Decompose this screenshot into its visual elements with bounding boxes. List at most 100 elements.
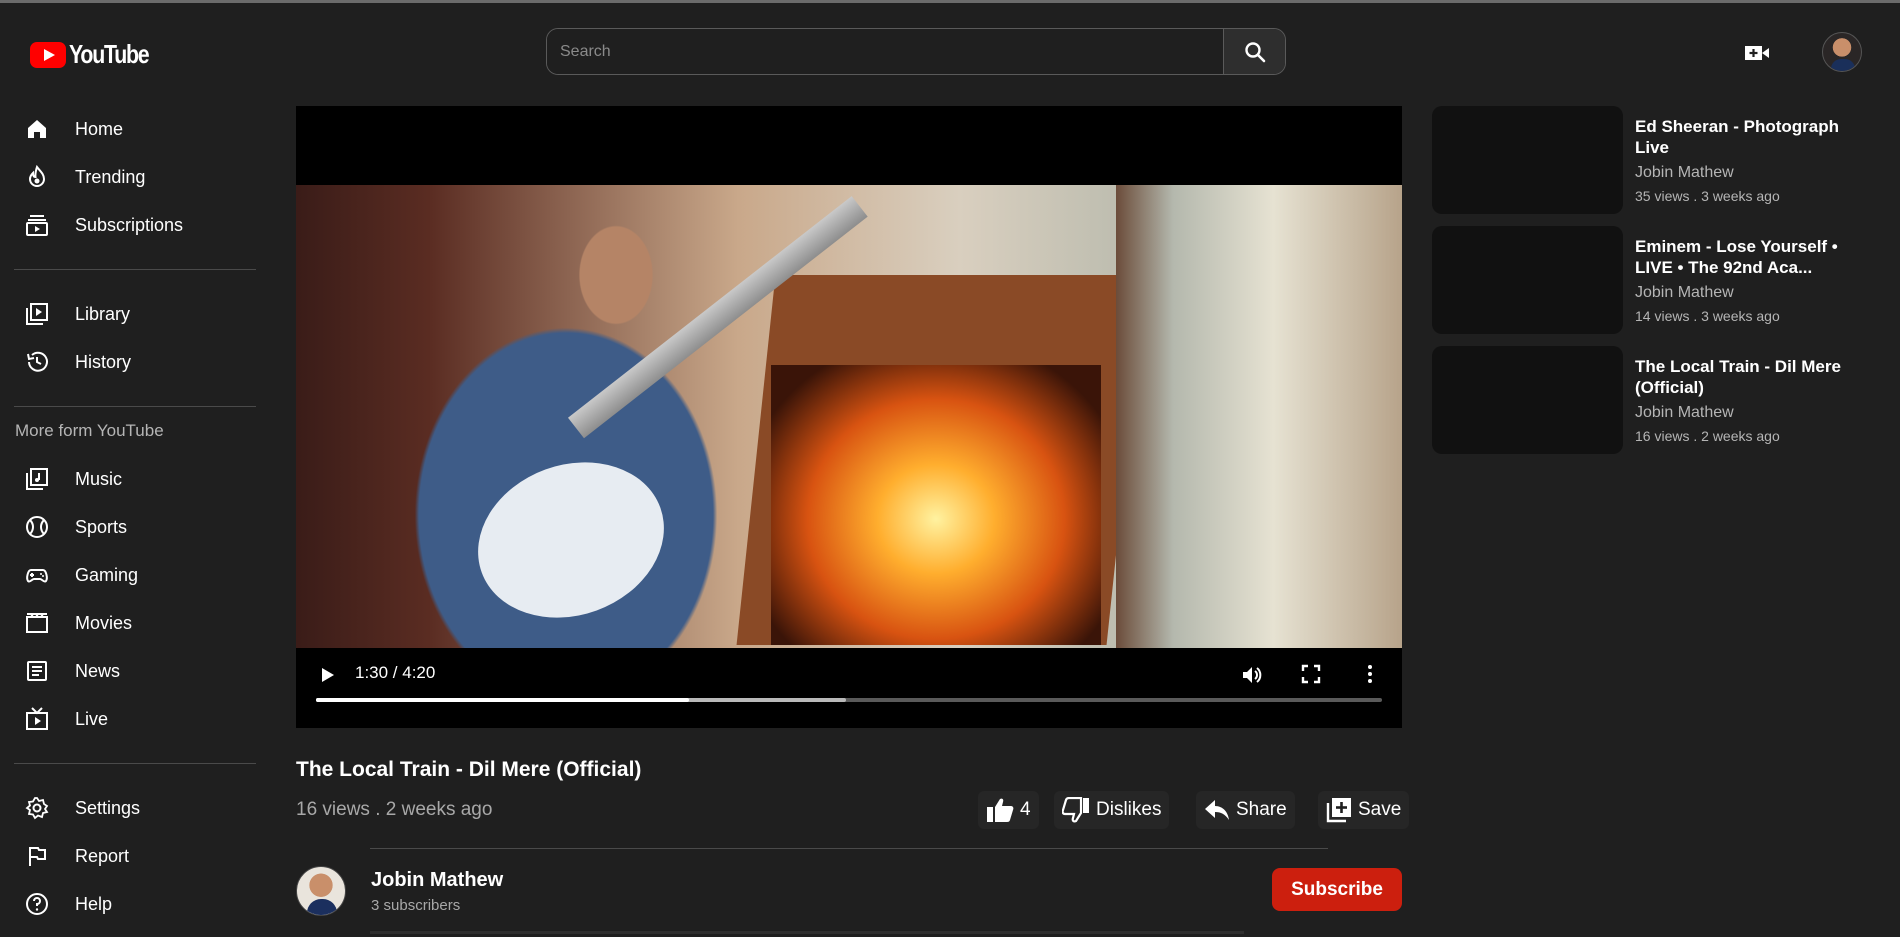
- search-button[interactable]: [1223, 29, 1285, 74]
- thumbs-down-icon: [1062, 797, 1089, 823]
- sidebar-item-news[interactable]: News: [0, 647, 260, 695]
- recommendation-item[interactable]: The Local Train - Dil Mere (Official) Jo…: [1432, 346, 1872, 456]
- recommendation-item[interactable]: Eminem - Lose Yourself • LIVE • The 92nd…: [1432, 226, 1872, 336]
- sidebar-item-settings[interactable]: Settings: [0, 784, 260, 832]
- video-frame: [296, 185, 1402, 648]
- search-icon: [1244, 41, 1265, 62]
- live-icon: [24, 706, 50, 732]
- sidebar-item-help[interactable]: Help: [0, 880, 260, 928]
- sidebar-item-report[interactable]: Report: [0, 832, 260, 880]
- sidebar-item-gaming[interactable]: Gaming: [0, 551, 260, 599]
- video-player[interactable]: 1:30 / 4:20: [296, 106, 1402, 728]
- subscribe-button[interactable]: Subscribe: [1272, 868, 1402, 911]
- recommendation-title[interactable]: The Local Train - Dil Mere (Official): [1635, 356, 1865, 398]
- recommendation-meta: 16 views . 2 weeks ago: [1635, 428, 1780, 444]
- recommendation-title[interactable]: Eminem - Lose Yourself • LIVE • The 92nd…: [1635, 236, 1865, 278]
- sidebar-item-movies[interactable]: Movies: [0, 599, 260, 647]
- volume-icon: [1243, 667, 1262, 683]
- search-bar: [546, 28, 1286, 75]
- channel-name[interactable]: Jobin Mathew: [371, 869, 503, 892]
- sidebar-item-sports[interactable]: Sports: [0, 503, 260, 551]
- like-count: 4: [1020, 799, 1031, 820]
- recommendation-channel[interactable]: Jobin Mathew: [1635, 284, 1734, 302]
- recommendation-channel[interactable]: Jobin Mathew: [1635, 404, 1734, 422]
- youtube-logo-icon: [30, 41, 66, 68]
- sidebar-divider: [14, 269, 256, 270]
- help-icon: [24, 891, 50, 917]
- sidebar: Home Trending Subscriptions Library Hist…: [0, 105, 260, 928]
- share-icon: [1205, 800, 1229, 820]
- channel-avatar[interactable]: [296, 866, 346, 916]
- sidebar-divider: [14, 406, 256, 407]
- progress-bar[interactable]: [316, 698, 1382, 702]
- playlist-add-icon: [1326, 798, 1351, 823]
- subscriber-count: 3 subscribers: [371, 897, 461, 914]
- sidebar-item-label: Help: [75, 893, 113, 914]
- save-label: Save: [1358, 799, 1402, 820]
- sidebar-item-home[interactable]: Home: [0, 105, 260, 153]
- sidebar-item-label: History: [75, 351, 132, 372]
- sidebar-item-music[interactable]: Music: [0, 455, 260, 503]
- sidebar-item-label: Gaming: [75, 564, 139, 585]
- movies-icon: [24, 610, 50, 636]
- recommendation-item[interactable]: Ed Sheeran - Photograph Live Jobin Mathe…: [1432, 106, 1872, 216]
- sidebar-item-trending[interactable]: Trending: [0, 153, 260, 201]
- actions-divider: [370, 848, 1328, 849]
- sidebar-item-label: Home: [75, 118, 124, 139]
- settings-icon: [24, 795, 50, 821]
- gaming-icon: [24, 562, 50, 588]
- youtube-logo[interactable]: YouTube: [30, 39, 166, 70]
- description-divider: [370, 931, 1244, 934]
- recommendation-title[interactable]: Ed Sheeran - Photograph Live: [1635, 116, 1865, 158]
- fullscreen-icon: [1301, 664, 1321, 684]
- music-icon: [24, 466, 50, 492]
- sidebar-item-label: Settings: [75, 797, 141, 818]
- logo-text: YouTube: [69, 39, 150, 69]
- played-bar: [316, 698, 690, 702]
- account-avatar[interactable]: [1822, 32, 1862, 72]
- library-icon: [24, 301, 50, 327]
- fullscreen-button[interactable]: [1300, 663, 1322, 690]
- sports-icon: [24, 514, 50, 540]
- news-icon: [24, 658, 50, 684]
- recommendation-meta: 14 views . 3 weeks ago: [1635, 308, 1780, 324]
- sidebar-item-live[interactable]: Live: [0, 695, 260, 743]
- flag-icon: [24, 843, 50, 869]
- sidebar-item-label: Trending: [75, 166, 146, 187]
- sidebar-item-label: Music: [75, 468, 123, 489]
- dislike-button[interactable]: Dislikes: [1054, 791, 1170, 829]
- trending-icon: [24, 164, 50, 190]
- more-options-button[interactable]: [1360, 663, 1380, 690]
- share-label: Share: [1236, 799, 1287, 820]
- sidebar-item-label: Sports: [75, 516, 128, 537]
- sidebar-item-label: Movies: [75, 612, 133, 633]
- sidebar-item-label: News: [75, 660, 121, 681]
- play-button[interactable]: [318, 665, 338, 685]
- sidebar-divider: [14, 763, 256, 764]
- recommendation-thumbnail[interactable]: [1432, 106, 1623, 214]
- more-vertical-icon: [1368, 665, 1372, 683]
- save-button[interactable]: Save: [1318, 791, 1410, 829]
- dislike-label: Dislikes: [1096, 799, 1162, 820]
- sidebar-item-library[interactable]: Library: [0, 290, 260, 338]
- search-input[interactable]: [547, 29, 1223, 74]
- video-scene-fire: [771, 365, 1101, 645]
- recommendation-channel[interactable]: Jobin Mathew: [1635, 164, 1734, 182]
- create-video-button[interactable]: [1742, 41, 1772, 65]
- video-scene-wall: [1116, 185, 1402, 648]
- history-icon: [24, 349, 50, 375]
- video-camera-plus-icon: [1745, 46, 1769, 60]
- recommendation-meta: 35 views . 3 weeks ago: [1635, 188, 1780, 204]
- like-button[interactable]: 4: [978, 791, 1039, 829]
- recommendation-thumbnail[interactable]: [1432, 346, 1623, 454]
- sidebar-item-history[interactable]: History: [0, 338, 260, 386]
- share-button[interactable]: Share: [1196, 791, 1295, 829]
- sidebar-item-label: Library: [75, 303, 131, 324]
- play-icon: [322, 668, 334, 682]
- sidebar-item-subscriptions[interactable]: Subscriptions: [0, 201, 260, 249]
- thumbs-up-icon: [987, 798, 1014, 822]
- recommendation-thumbnail[interactable]: [1432, 226, 1623, 334]
- time-display: 1:30 / 4:20: [355, 663, 436, 682]
- volume-button[interactable]: [1240, 663, 1264, 692]
- video-title: The Local Train - Dil Mere (Official): [296, 758, 642, 781]
